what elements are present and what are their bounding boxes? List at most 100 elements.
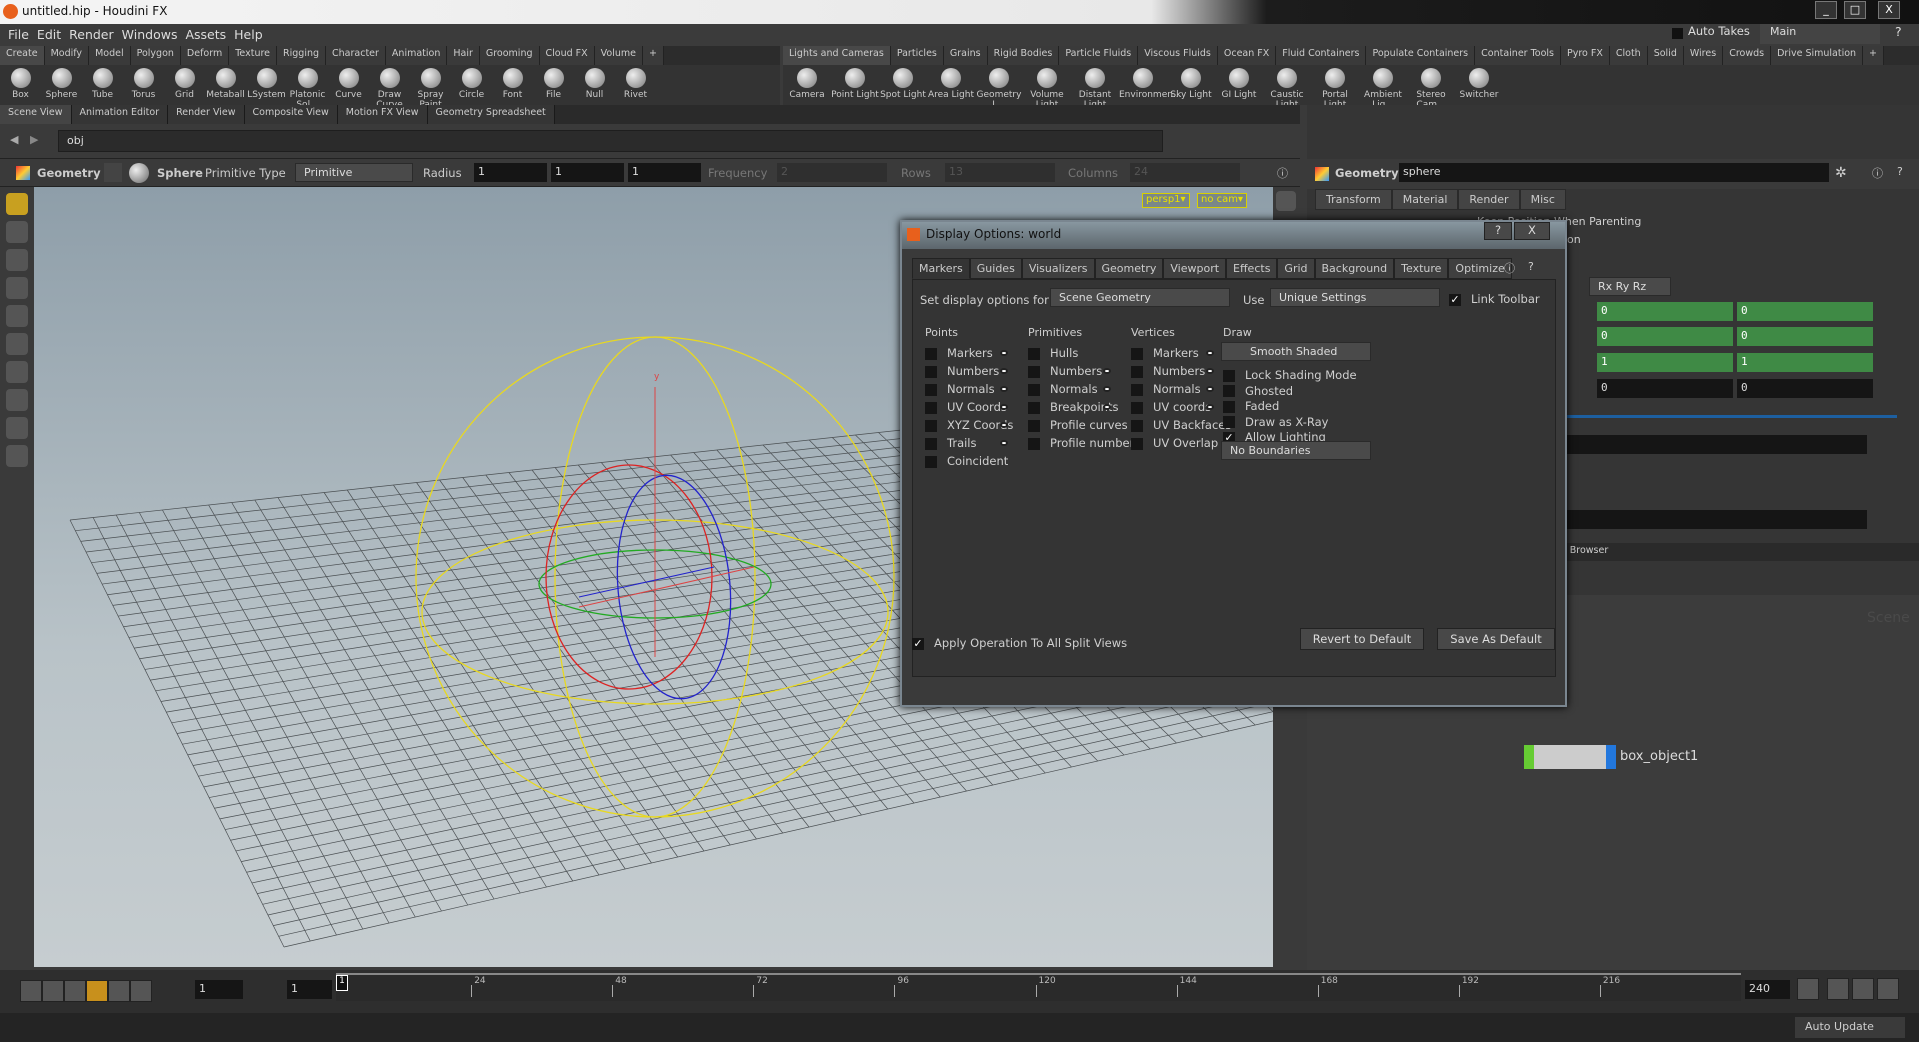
tool-area-light[interactable]: Area Light: [927, 68, 975, 110]
jump-end-icon[interactable]: [130, 980, 152, 1002]
pane-tab-animation-editor[interactable]: Animation Editor: [71, 105, 169, 124]
play-icon[interactable]: [108, 980, 130, 1002]
start-frame-field[interactable]: 1: [287, 980, 332, 999]
eye-icon[interactable]: [1103, 404, 1111, 410]
checkbox[interactable]: [925, 401, 937, 414]
minimize-button[interactable]: _: [1815, 1, 1837, 19]
tool-spot-light[interactable]: Spot Light: [879, 68, 927, 110]
shelf-tab-rigging[interactable]: Rigging: [277, 46, 327, 65]
faded-checkbox[interactable]: Faded: [1223, 399, 1279, 413]
time-ruler[interactable]: 24 48 72 96 120 144 168 192 216 1: [336, 973, 1741, 1001]
shading-mode-select[interactable]: Smooth Shaded: [1221, 342, 1371, 361]
realtime-icon[interactable]: [1827, 978, 1849, 1000]
jump-start-icon[interactable]: [20, 980, 42, 1002]
ghosted-checkbox[interactable]: Ghosted: [1223, 384, 1293, 398]
pane-tab-geometry-spreadsheet[interactable]: Geometry Spreadsheet: [427, 105, 555, 124]
revert-default-button[interactable]: Revert to Default: [1300, 628, 1424, 650]
snap-tool-icon[interactable]: [6, 361, 28, 383]
points-coincident-checkbox[interactable]: Coincident: [925, 454, 1008, 468]
eye-icon[interactable]: [1000, 386, 1008, 392]
shelf-tab-crowds[interactable]: Crowds: [1723, 46, 1772, 65]
shelf-tab-viscous-fluids[interactable]: Viscous Fluids: [1138, 46, 1218, 65]
tool-platonic-sol-[interactable]: Platonic Sol...: [287, 68, 328, 110]
vertices-markers-checkbox[interactable]: Markers: [1131, 346, 1199, 360]
tool-metaball[interactable]: Metaball: [205, 68, 246, 110]
info-icon[interactable]: ⓘ: [1504, 260, 1515, 276]
vertices-normals-checkbox[interactable]: Normals: [1131, 382, 1201, 396]
param-field[interactable]: 0: [1597, 379, 1733, 398]
param-field[interactable]: 1: [1597, 353, 1733, 372]
stop-icon[interactable]: [86, 980, 108, 1002]
node-name-field[interactable]: sphere: [1399, 163, 1829, 182]
pose-tool-icon[interactable]: [6, 305, 28, 327]
tool-tube[interactable]: Tube: [82, 68, 123, 110]
primitives-hulls-checkbox[interactable]: Hulls: [1028, 346, 1078, 360]
shelf-tab-modify[interactable]: Modify: [44, 46, 90, 65]
tool-sky-light[interactable]: Sky Light: [1167, 68, 1215, 110]
tool-curve[interactable]: Curve: [328, 68, 369, 110]
magnet-tool-icon[interactable]: [6, 389, 28, 411]
vertices-numbers-checkbox[interactable]: Numbers: [1131, 364, 1205, 378]
lock-shading-mode-checkbox[interactable]: Lock Shading Mode: [1223, 368, 1357, 382]
shelf-tab-ocean-fx[interactable]: Ocean FX: [1217, 46, 1277, 65]
back-icon[interactable]: ◀: [10, 133, 18, 146]
tool-geometry-l-[interactable]: Geometry L...: [975, 68, 1023, 110]
checkbox[interactable]: [1028, 383, 1040, 396]
eye-icon[interactable]: [1000, 350, 1008, 356]
eye-icon[interactable]: [1103, 368, 1111, 374]
shelf-tab-rigid-bodies[interactable]: Rigid Bodies: [987, 46, 1060, 65]
tool-switcher[interactable]: Switcher: [1455, 68, 1503, 110]
shelf-tab-polygon[interactable]: Polygon: [130, 46, 181, 65]
tool-distant-light[interactable]: Distant Light: [1071, 68, 1119, 110]
checkbox[interactable]: [1131, 365, 1143, 378]
tab-transform[interactable]: Transform: [1315, 189, 1392, 210]
info-icon[interactable]: ⓘ: [1872, 165, 1883, 181]
dialog-tab-viewport[interactable]: Viewport: [1163, 258, 1227, 279]
shelf-tab--[interactable]: +: [1863, 46, 1885, 65]
checkbox[interactable]: [925, 437, 937, 450]
menu-edit[interactable]: Edit: [37, 27, 61, 42]
checkbox[interactable]: [1028, 419, 1040, 432]
vertices-uv-overlap-checkbox[interactable]: UV Overlap: [1131, 436, 1218, 450]
checkbox[interactable]: [925, 365, 937, 378]
primitives-normals-checkbox[interactable]: Normals: [1028, 382, 1098, 396]
tool-point-light[interactable]: Point Light: [831, 68, 879, 110]
eye-icon[interactable]: [1206, 350, 1214, 356]
set-for-select[interactable]: Scene Geometry: [1050, 288, 1230, 307]
eye-icon[interactable]: [1000, 404, 1008, 410]
tool-rivet[interactable]: Rivet: [615, 68, 656, 110]
checkbox[interactable]: [1131, 383, 1143, 396]
param-field[interactable]: [1567, 435, 1867, 454]
checkbox[interactable]: [925, 347, 937, 360]
tool-null[interactable]: Null: [574, 68, 615, 110]
param-field[interactable]: 1: [1737, 353, 1873, 372]
shelf-tab-cloud-fx[interactable]: Cloud FX: [539, 46, 595, 65]
shelf-tab-grains[interactable]: Grains: [943, 46, 988, 65]
checkbox[interactable]: [925, 419, 937, 432]
pin-icon[interactable]: [104, 163, 122, 182]
select-tool-icon[interactable]: [6, 193, 28, 215]
tab-render[interactable]: Render: [1458, 189, 1520, 210]
display-options-icon[interactable]: [1276, 191, 1296, 211]
radius-y-field[interactable]: 1: [551, 163, 624, 182]
scale-tool-icon[interactable]: [6, 277, 28, 299]
shelf-tab-drive-simulation[interactable]: Drive Simulation: [1771, 46, 1864, 65]
tab-misc[interactable]: Misc: [1519, 189, 1566, 210]
tool-stereo-cam-[interactable]: Stereo Cam...: [1407, 68, 1455, 110]
dialog-tab-background[interactable]: Background: [1314, 258, 1395, 279]
zoom-icon[interactable]: [1797, 978, 1819, 1000]
points-normals-checkbox[interactable]: Normals: [925, 382, 995, 396]
shelf-tab-wires[interactable]: Wires: [1683, 46, 1724, 65]
checkbox[interactable]: [1223, 369, 1235, 382]
shelf-tab-solid[interactable]: Solid: [1647, 46, 1684, 65]
tool-font[interactable]: Font: [492, 68, 533, 110]
shelf-tab-hair[interactable]: Hair: [447, 46, 480, 65]
gear-icon[interactable]: ✲: [1835, 165, 1847, 181]
param-field[interactable]: 0: [1597, 327, 1733, 346]
tool-file[interactable]: File: [533, 68, 574, 110]
checkbox[interactable]: [1131, 401, 1143, 414]
shelf-tab-container-tools[interactable]: Container Tools: [1475, 46, 1561, 65]
tool-draw-curve[interactable]: Draw Curve: [369, 68, 410, 110]
menu-help[interactable]: Help: [234, 27, 263, 42]
tool-caustic-light[interactable]: Caustic Light: [1263, 68, 1311, 110]
